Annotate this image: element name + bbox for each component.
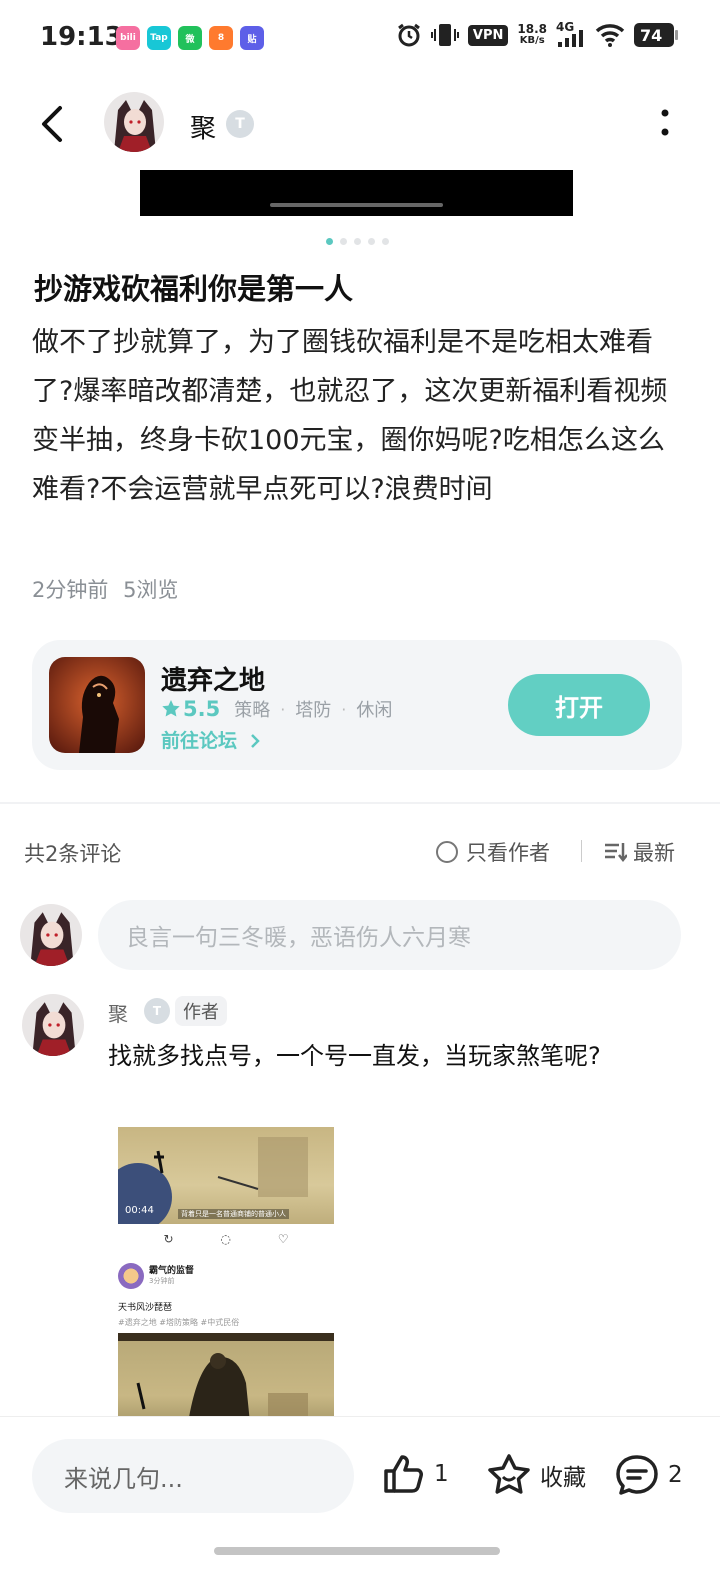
filter-divider (581, 840, 582, 862)
battery-icon: 74 (634, 23, 678, 47)
comment-bubble-icon (616, 1455, 658, 1495)
carousel-dot (339, 238, 347, 245)
tag-separator: · (341, 699, 347, 719)
shot-bottom-image (118, 1333, 334, 1417)
image-carousel[interactable] (140, 170, 573, 216)
alarm-icon (398, 23, 420, 47)
star-icon (162, 700, 180, 717)
chevron-right-icon (250, 734, 260, 748)
notification-icons: bili Tap 微 8 贴 (116, 26, 264, 50)
game-card[interactable]: 遗弃之地 5.5 策略 · 塔防 · 休闲 前往论坛 打开 (32, 640, 682, 770)
home-indicator (214, 1547, 500, 1555)
app-icon: 贴 (240, 26, 264, 50)
comment-text: 找就多找点号，一个号一直发，当玩家煞笔呢? (108, 1042, 601, 1070)
comment-icon: ◌ (220, 1232, 231, 1246)
commenter-avatar[interactable] (22, 994, 84, 1056)
wifi-icon (595, 24, 625, 47)
carousel-dot-active (325, 238, 333, 245)
taptap-icon: Tap (147, 26, 171, 50)
tag-separator: · (280, 699, 286, 719)
game-icon[interactable] (49, 657, 145, 753)
shot-post-title: 天书风沙琵琶 (118, 1303, 173, 1313)
status-bar: 19:13 bili Tap 微 8 贴 VPN 18.8 KB/s 4G 74 (0, 0, 720, 78)
carousel-dot (381, 238, 389, 245)
favorite-button[interactable]: 收藏 (486, 1453, 586, 1497)
my-avatar (20, 904, 82, 966)
post-views: 5浏览 (123, 578, 179, 602)
level-badge-icon: T (144, 998, 170, 1024)
commenter-name[interactable]: 聚 (108, 998, 128, 1027)
like-icon: ♡ (277, 1232, 289, 1246)
radio-circle-icon (436, 841, 458, 863)
game-rating: 5.5 策略 · 塔防 · 休闲 (161, 696, 392, 722)
carousel-indicator (0, 238, 720, 245)
rating-score: 5.5 (183, 697, 221, 721)
like-button[interactable]: 1 (382, 1453, 449, 1495)
game-tag: 休闲 (356, 700, 393, 721)
game-tag: 策略 (234, 700, 271, 721)
sort-icon (605, 843, 627, 863)
post-meta: 2分钟前 5浏览 (32, 574, 178, 604)
video-duration: 00:44 (125, 1205, 154, 1216)
app-icon: 8 (209, 26, 233, 50)
carousel-dot (353, 238, 361, 245)
back-arrow-icon[interactable] (36, 104, 70, 144)
post-title: 抄游戏砍福利你是第一人 (34, 272, 354, 306)
vibrate-icon (430, 24, 459, 46)
level-badge-icon: T (226, 110, 254, 138)
section-divider (0, 802, 720, 804)
shot-post-tags: #遗弃之地 #塔防策略 #中式民俗 (118, 1318, 240, 1327)
game-tag: 塔防 (295, 700, 332, 721)
reply-input[interactable]: 来说几句... (32, 1439, 354, 1513)
signal-icon: 4G (556, 20, 586, 48)
open-game-button[interactable]: 打开 (508, 674, 650, 736)
wechat-icon: 微 (178, 26, 202, 50)
comment-image[interactable]: 00:44 背着只是一名普通商铺的普通小人 ↻ ◌ ♡ 霸气的监督 3分钟前 天… (110, 1127, 342, 1417)
share-icon: ↻ (163, 1232, 174, 1246)
shot-avatar (118, 1263, 144, 1289)
network-speed: 18.8 KB/s (517, 22, 547, 46)
author-tag: 作者 (175, 996, 227, 1026)
carousel-bar (270, 203, 443, 207)
author-name[interactable]: 聚 (190, 108, 216, 145)
status-time: 19:13 (40, 22, 123, 52)
video-thumbnail: 00:44 背着只是一名普通商铺的普通小人 (118, 1127, 334, 1224)
star-outline-icon (488, 1454, 530, 1494)
post-time: 2分钟前 (32, 578, 109, 602)
comment-input[interactable]: 良言一句三冬暖，恶语伤人六月寒 (98, 900, 681, 970)
video-subtitle: 背着只是一名普通商铺的普通小人 (178, 1209, 289, 1219)
bilibili-icon: bili (116, 26, 140, 50)
forum-link[interactable]: 前往论坛 (161, 726, 262, 753)
thumbs-up-icon (384, 1455, 423, 1493)
post-header: 聚 T (0, 86, 720, 162)
vpn-badge: VPN (467, 24, 509, 46)
more-options-icon[interactable] (660, 108, 670, 138)
only-author-toggle[interactable]: 只看作者 (436, 837, 550, 867)
author-avatar[interactable] (104, 92, 164, 152)
bottom-action-bar: 来说几句... 1 收藏 2 (0, 1416, 720, 1584)
carousel-dot (367, 238, 375, 245)
status-right: VPN 18.8 KB/s 4G 74 (396, 20, 678, 48)
comment-count: 共2条评论 (24, 842, 122, 866)
comments-button[interactable]: 2 (614, 1453, 683, 1497)
sort-toggle[interactable]: 最新 (603, 837, 675, 867)
post-body: 做不了抄就算了，为了圈钱砍福利是不是吃相太难看了?爆率暗改都清楚，也就忍了，这次… (32, 327, 668, 505)
shot-actions: ↻ ◌ ♡ (110, 1232, 342, 1246)
shot-user: 霸气的监督 3分钟前 (118, 1263, 194, 1289)
game-name[interactable]: 遗弃之地 (161, 660, 265, 697)
